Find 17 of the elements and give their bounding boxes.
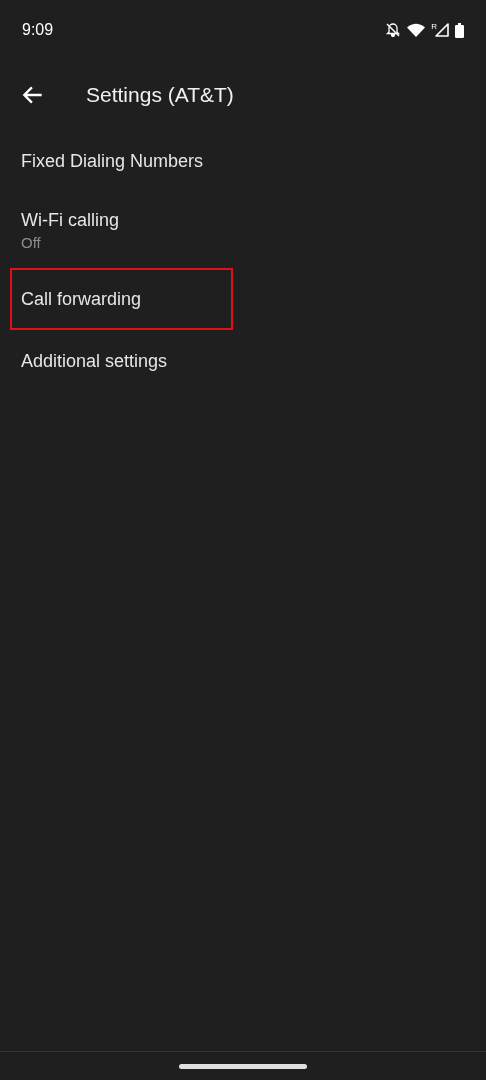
settings-item[interactable]: Additional settings bbox=[10, 330, 179, 392]
bell-off-icon bbox=[385, 22, 402, 38]
item-title: Call forwarding bbox=[21, 288, 143, 310]
battery-icon bbox=[455, 22, 464, 38]
item-title: Fixed Dialing Numbers bbox=[21, 150, 204, 172]
item-summary: Off bbox=[21, 233, 42, 251]
settings-item[interactable]: Wi-Fi calling Off bbox=[10, 192, 130, 268]
wifi-icon bbox=[407, 23, 426, 37]
home-handle[interactable] bbox=[179, 1063, 307, 1069]
roaming-indicator: R bbox=[431, 23, 437, 31]
settings-item[interactable]: Call forwarding bbox=[10, 268, 233, 330]
status-time: 9:09 bbox=[22, 21, 54, 39]
item-title: Wi-Fi calling bbox=[21, 209, 119, 231]
item-title: Additional settings bbox=[21, 350, 168, 372]
signal-icon bbox=[435, 23, 449, 37]
toolbar-title: Settings (AT&T) bbox=[86, 83, 234, 107]
settings-item[interactable]: Fixed Dialing Numbers bbox=[10, 130, 215, 192]
